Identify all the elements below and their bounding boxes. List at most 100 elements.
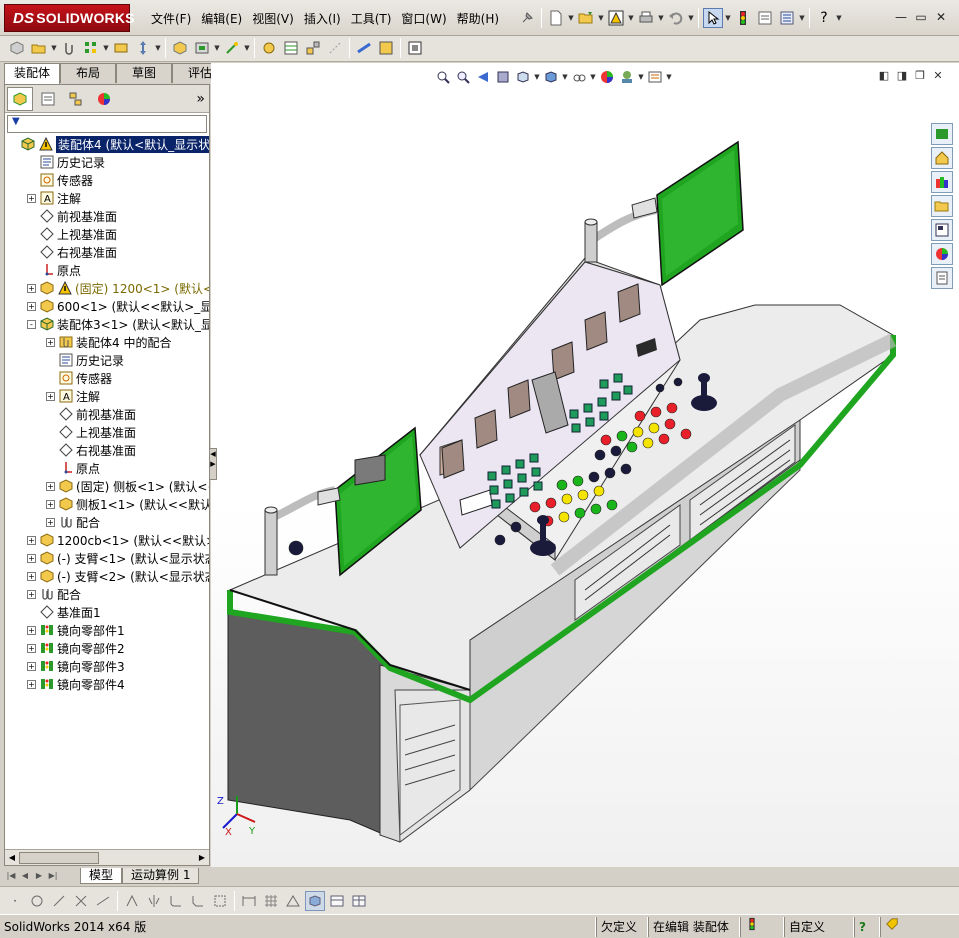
expand-icon[interactable]: +	[46, 499, 55, 509]
minimize-icon[interactable]: —	[891, 8, 911, 26]
expand-icon[interactable]: +	[27, 643, 36, 653]
tree-node[interactable]: + 镜向零部件3	[27, 657, 125, 675]
undo-icon[interactable]	[666, 8, 686, 28]
tree-node[interactable]: 上视基准面	[27, 225, 117, 243]
design-library-icon[interactable]	[931, 171, 953, 193]
new-document-icon[interactable]	[546, 8, 566, 28]
console-model[interactable]	[211, 63, 959, 867]
menu-view[interactable]: 视图(V)	[247, 8, 299, 29]
point-icon[interactable]: ·	[5, 891, 25, 911]
shaded-sketch-icon[interactable]	[305, 890, 325, 911]
tree-node[interactable]: 上视基准面	[46, 423, 136, 441]
print-icon[interactable]	[636, 8, 656, 28]
instant3d-icon[interactable]	[354, 38, 374, 58]
display-manager-tab-icon[interactable]	[91, 87, 117, 111]
tree-node[interactable]: + (-) 支臂<1> (默认<显示状态-1>	[27, 549, 209, 567]
fillet-icon[interactable]	[166, 891, 186, 911]
mirror-entities-icon[interactable]	[144, 891, 164, 911]
new-motion-study-icon[interactable]	[259, 38, 279, 58]
tree-node[interactable]: + 配合	[27, 585, 81, 603]
extend-icon[interactable]	[93, 891, 113, 911]
tree-node[interactable]: + (-) 支臂<2> (默认<显示状态-1>	[27, 567, 209, 585]
insert-component-icon[interactable]	[7, 38, 27, 58]
select-pointer-icon[interactable]	[703, 8, 723, 28]
tree-node[interactable]: + (固定) 侧板<1> (默认<<默认	[46, 477, 209, 495]
tree-node[interactable]: 原点	[27, 261, 81, 279]
maximize-icon[interactable]: ▭	[911, 8, 931, 26]
tab-sketch[interactable]: 草图	[116, 63, 172, 83]
tree-node[interactable]: +600<1> (默认<<默认>_显示状	[27, 297, 209, 315]
tree-node[interactable]: 右视基准面	[27, 243, 117, 261]
convert-entities-icon[interactable]	[210, 891, 230, 911]
expand-icon[interactable]: +	[27, 661, 36, 671]
chevron-down-icon[interactable]: ▼	[798, 8, 806, 28]
relations-icon[interactable]	[283, 891, 303, 911]
file-properties-icon[interactable]	[755, 8, 775, 28]
scroll-left-icon[interactable]: ◀	[6, 852, 18, 864]
linear-pattern-icon[interactable]	[81, 38, 101, 58]
scroll-right-icon[interactable]: ▶	[196, 852, 208, 864]
chevron-down-icon[interactable]: ▼	[687, 8, 695, 28]
tab-motion-study[interactable]: 运动算例 1	[122, 868, 200, 884]
tree-node[interactable]: 基准面1	[27, 603, 101, 621]
traffic-light-status-icon[interactable]	[740, 916, 784, 937]
tree-node[interactable]: 装配体4 (默认<默认_显示状态-	[8, 135, 209, 153]
expand-icon[interactable]: +	[27, 589, 36, 599]
status-custom-units[interactable]: 自定义	[784, 916, 854, 937]
tree-node[interactable]: 原点	[46, 459, 100, 477]
expand-icon[interactable]: +	[46, 391, 55, 401]
help-icon[interactable]: ?	[814, 8, 834, 28]
tree-node[interactable]: + 侧板1<1> (默认<<默认>_显	[46, 495, 209, 513]
tree-node[interactable]: + 配合	[46, 513, 100, 531]
menu-file[interactable]: 文件(F)	[146, 8, 196, 29]
menu-help[interactable]: 帮助(H)	[452, 8, 504, 29]
tree-node[interactable]: 传感器	[27, 171, 93, 189]
chamfer-icon[interactable]	[188, 891, 208, 911]
tree-node[interactable]: 历史记录	[46, 351, 124, 369]
tree-node[interactable]: 右视基准面	[46, 441, 136, 459]
traffic-light-icon[interactable]	[733, 8, 753, 28]
expand-icon[interactable]: +	[27, 535, 36, 545]
custom-properties-icon[interactable]	[931, 267, 953, 289]
expand-icon[interactable]: +	[46, 481, 55, 491]
tag-icon[interactable]	[880, 916, 940, 937]
exploded-view-icon[interactable]	[303, 38, 323, 58]
tab-assembly[interactable]: 装配体	[4, 63, 60, 84]
tree-filter-icon[interactable]: ▼	[7, 115, 207, 133]
file-explorer-icon[interactable]	[931, 195, 953, 217]
chevron-down-icon[interactable]: ▼	[102, 38, 110, 58]
trim-icon[interactable]	[71, 891, 91, 911]
menu-tools[interactable]: 工具(T)	[346, 8, 397, 29]
tree-node[interactable]: + (固定) 1200<1> (默认<<默认	[27, 279, 209, 297]
circle-icon[interactable]	[27, 891, 47, 911]
tab-layout[interactable]: 布局	[60, 63, 116, 83]
prev-tab-icon[interactable]: ◀	[18, 869, 32, 883]
tree-node[interactable]: + 镜向零部件4	[27, 675, 125, 693]
take-snapshot-icon[interactable]	[405, 38, 425, 58]
graphics-area[interactable]: ▼ ▼ ▼ ▼ ▼ ◧ ◨ ❐ ✕ ◀ ▶ Z X Y	[209, 63, 959, 867]
offset-icon[interactable]	[122, 891, 142, 911]
chevron-down-icon[interactable]: ▼	[835, 8, 843, 28]
tree-node[interactable]: 传感器	[46, 369, 112, 387]
tree-node[interactable]: + A 注解	[46, 387, 100, 405]
property-manager-tab-icon[interactable]	[35, 87, 61, 111]
expand-icon[interactable]: +	[27, 571, 36, 581]
tree-node[interactable]: + A 注解	[27, 189, 81, 207]
expand-icon[interactable]: +	[27, 283, 36, 293]
line-icon[interactable]	[49, 891, 69, 911]
close-icon[interactable]: ✕	[931, 8, 951, 26]
tree-node[interactable]: + 装配体4 中的配合	[46, 333, 171, 351]
chevron-down-icon[interactable]: ▼	[154, 38, 162, 58]
tree-node[interactable]: 历史记录	[27, 153, 105, 171]
first-tab-icon[interactable]: |◀	[4, 869, 18, 883]
panel-collapse-handle[interactable]: ◀ ▶	[209, 448, 217, 480]
collapse-icon[interactable]: -	[27, 319, 36, 329]
bill-of-materials-icon[interactable]	[281, 38, 301, 58]
smart-dimension-icon[interactable]	[239, 891, 259, 911]
explode-line-sketch-icon[interactable]	[325, 38, 345, 58]
expand-icon[interactable]: +	[46, 337, 55, 347]
solidworks-resources-icon[interactable]	[931, 123, 953, 145]
solidworks-logo[interactable]: DS SOLIDWORKS	[4, 4, 135, 32]
view-layout-icon[interactable]	[327, 891, 347, 911]
feature-manager-tab-icon[interactable]	[7, 86, 33, 111]
